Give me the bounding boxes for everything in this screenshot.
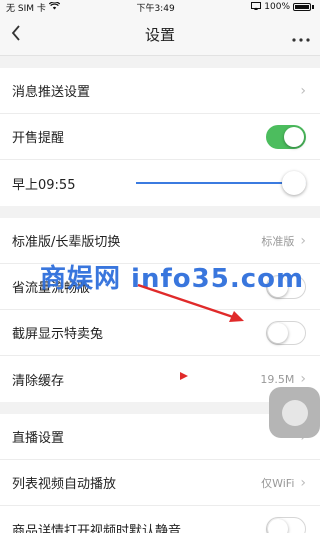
row-label: 标准版/长辈版切换 — [12, 235, 121, 250]
page-title: 设置 — [144, 26, 175, 44]
carrier-label: 无 SIM 卡 — [6, 3, 46, 14]
status-bar: 无 SIM 卡 下午3:49 100% — [0, 0, 320, 14]
row-label: 消息推送设置 — [12, 85, 91, 100]
row-push-settings[interactable]: 消息推送设置 › — [0, 68, 320, 114]
row-label: 开售提醒 — [12, 131, 65, 146]
chevron-right-icon: › — [300, 371, 306, 387]
row-sale-reminder: 开售提醒 — [0, 114, 320, 160]
row-label: 直播设置 — [12, 431, 65, 446]
status-right: 100% — [251, 1, 314, 13]
toggle-knob — [268, 322, 288, 343]
row-reminder-time: 早上09:55 — [0, 160, 320, 206]
row-right: › — [300, 83, 306, 99]
row-label: 省流量流畅版 — [12, 281, 91, 296]
row-label: 早上09:55 — [12, 177, 76, 193]
row-value: 仅WiFi — [261, 476, 295, 490]
toggle-knob — [268, 276, 288, 297]
wifi-icon — [48, 0, 61, 13]
row-label: 截屏显示特卖兔 — [12, 327, 104, 342]
row-screenshot-rabbit: 截屏显示特卖兔 — [0, 310, 320, 356]
settings-group-notifications: 消息推送设置 › 开售提醒 早上09:55 — [0, 68, 320, 206]
battery-icon — [293, 3, 311, 11]
reminder-time-slider[interactable] — [136, 171, 306, 195]
assistive-touch-button[interactable] — [269, 387, 320, 438]
row-data-saver: 省流量流畅版 — [0, 264, 320, 310]
battery-tip — [312, 5, 314, 9]
battery-percent: 100% — [264, 2, 290, 12]
status-left: 无 SIM 卡 — [6, 0, 61, 14]
chevron-right-icon: › — [300, 474, 306, 491]
row-value: 19.5M — [260, 372, 295, 386]
data-saver-toggle[interactable] — [266, 274, 306, 299]
chevron-left-icon[interactable] — [10, 23, 40, 47]
row-label: 商品详情打开视频时默认静音 — [12, 523, 182, 533]
row-right: 仅WiFi › — [261, 475, 306, 491]
toggle-knob — [284, 126, 304, 147]
row-autoplay-video[interactable]: 列表视频自动播放 仅WiFi › — [0, 460, 320, 506]
row-label: 列表视频自动播放 — [12, 477, 117, 492]
sale-reminder-toggle[interactable] — [266, 124, 306, 149]
row-label: 清除缓存 — [12, 373, 65, 389]
ellipsis-icon[interactable] — [280, 23, 310, 47]
screenshot-rabbit-toggle[interactable] — [266, 320, 306, 345]
row-right: 19.5M › — [260, 371, 306, 387]
row-value: 标准版 — [261, 234, 295, 248]
status-time: 下午3:49 — [136, 3, 175, 14]
section-gap — [0, 56, 320, 68]
mute-video-toggle[interactable] — [266, 517, 306, 533]
navigation-bar: 设置 — [0, 14, 320, 56]
row-version-switch[interactable]: 标准版/长辈版切换 标准版 › — [0, 218, 320, 264]
assistive-touch-inner — [281, 399, 308, 426]
row-right: 标准版 › — [261, 233, 306, 249]
screen-mirror-icon — [251, 1, 262, 13]
slider-track — [136, 182, 306, 184]
row-mute-video: 商品详情打开视频时默认静音 — [0, 506, 320, 533]
chevron-right-icon: › — [300, 82, 306, 99]
settings-group-general: 标准版/长辈版切换 标准版 › 省流量流畅版 截屏显示特卖兔 清除缓存 19.5… — [0, 218, 320, 402]
slider-thumb[interactable] — [282, 171, 306, 195]
chevron-right-icon: › — [300, 232, 306, 249]
section-gap — [0, 206, 320, 218]
toggle-knob — [268, 519, 288, 533]
